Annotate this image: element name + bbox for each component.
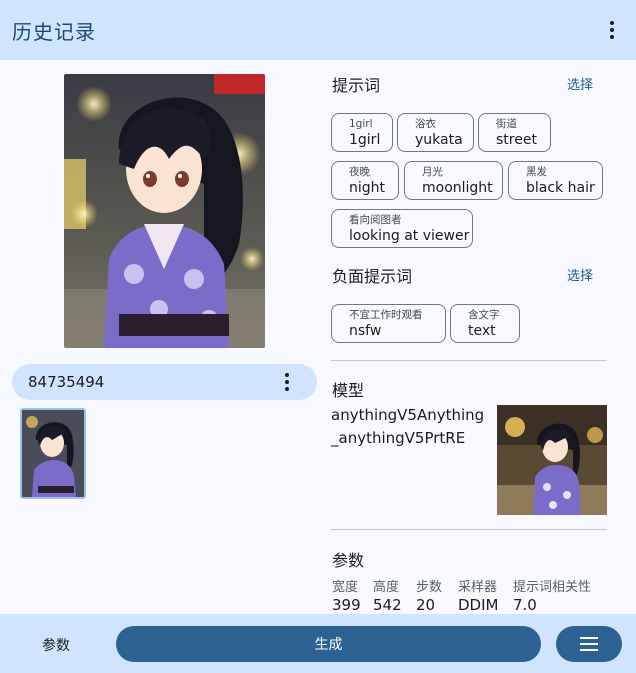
param-header: 采样器: [458, 580, 498, 595]
menu-button[interactable]: [556, 626, 622, 662]
param-value: 20: [416, 596, 436, 614]
bottom-bar: 参数 生成: [0, 614, 636, 673]
divider: [331, 529, 607, 530]
more-vert-icon[interactable]: [600, 18, 624, 42]
hamburger-menu-icon: [580, 637, 598, 651]
negative-tag-chip[interactable]: 含文字 text: [450, 304, 520, 343]
param-value: 7.0: [513, 596, 537, 614]
negative-prompt-select-button[interactable]: 选择: [567, 265, 593, 284]
param-value: 399: [332, 596, 361, 614]
param-value: DDIM: [458, 596, 499, 614]
more-vert-icon[interactable]: [275, 370, 299, 394]
negative-tag-chip[interactable]: 不宜工作时观看 nsfw: [331, 304, 446, 343]
divider: [331, 360, 607, 361]
prompt-tag-chip[interactable]: 月光 moonlight: [404, 161, 503, 200]
model-name: anythingV5Anything_anythingV5PrtRE: [331, 406, 485, 447]
prompt-tag-chip[interactable]: 1girl 1girl: [331, 113, 393, 152]
prompt-tag-chip[interactable]: 黑发 black hair: [508, 161, 603, 200]
param-header: 提示词相关性: [513, 580, 592, 595]
history-thumbnail[interactable]: [20, 408, 86, 499]
prompt-section-title: 提示词: [332, 76, 381, 95]
negative-prompt-section-title: 负面提示词: [332, 267, 413, 286]
generated-image[interactable]: [64, 74, 265, 348]
prompt-tag-chip[interactable]: 街道 street: [478, 113, 551, 152]
param-value: 542: [373, 596, 402, 614]
prompt-tag-chip[interactable]: 看向阅图者 looking at viewer: [331, 209, 473, 248]
param-header: 步数: [416, 580, 443, 595]
param-header: 高度: [373, 580, 400, 595]
model-section-title: 模型: [332, 381, 365, 400]
model-preview-image: [497, 405, 607, 515]
generate-button-label: 生成: [314, 637, 343, 653]
param-header: 宽度: [332, 580, 359, 595]
page-title: 历史记录: [12, 19, 96, 44]
prompt-tag-chip[interactable]: 夜晚 night: [331, 161, 399, 200]
prompt-tag-chip[interactable]: 浴衣 yukata: [397, 113, 474, 152]
prompt-select-button[interactable]: 选择: [567, 74, 593, 93]
generate-button[interactable]: 生成: [116, 626, 541, 662]
app-bar: 历史记录: [0, 0, 636, 60]
seed-row[interactable]: 84735494: [12, 364, 317, 400]
seed-value: 84735494: [28, 373, 105, 391]
params-section-title: 参数: [332, 551, 365, 570]
params-button[interactable]: 参数: [42, 635, 70, 655]
